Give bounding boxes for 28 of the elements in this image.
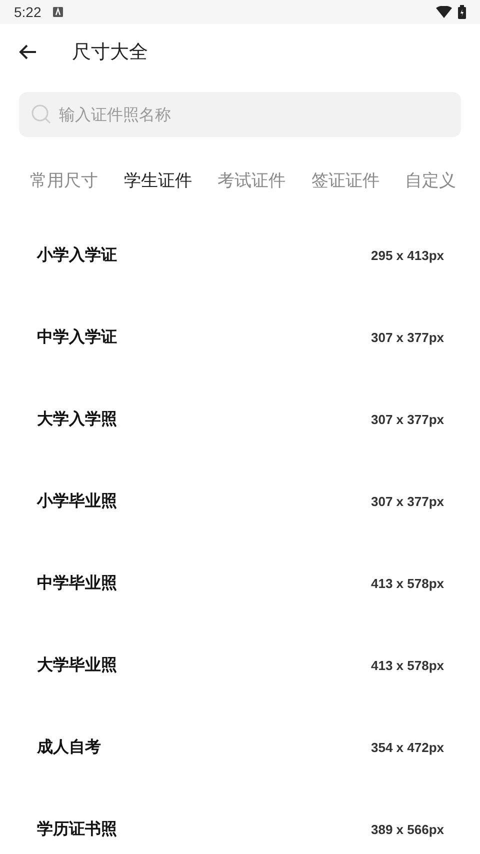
size-dimensions: 307 x 377px <box>370 412 444 426</box>
size-name: 小学入学证 <box>37 244 117 266</box>
category-tab[interactable]: 考试证件 <box>218 167 286 194</box>
category-tab[interactable]: 签证证件 <box>311 167 380 194</box>
size-name: 大学入学照 <box>37 408 117 430</box>
battery-icon <box>458 5 466 19</box>
size-dimensions: 354 x 472px <box>370 740 444 754</box>
category-tab[interactable]: 常用尺寸 <box>30 167 98 194</box>
size-dimensions: 413 x 578px <box>370 576 444 590</box>
size-dimensions: 413 x 578px <box>370 658 444 672</box>
size-name: 中学入学证 <box>37 326 117 348</box>
search-field[interactable]: 输入证件照名称 <box>19 92 461 137</box>
size-name: 成人自考 <box>37 736 101 758</box>
size-name: 中学毕业照 <box>37 572 117 594</box>
size-dimensions: 307 x 377px <box>370 330 444 344</box>
size-name: 学历证书照 <box>37 818 117 840</box>
notification-icon <box>53 7 64 17</box>
size-dimensions: 389 x 566px <box>370 822 444 836</box>
size-dimensions: 307 x 377px <box>370 494 444 508</box>
category-tab[interactable]: 自定义 <box>405 167 456 194</box>
category-tab[interactable]: 学生证件 <box>124 167 192 194</box>
size-dimensions: 295 x 413px <box>370 248 444 262</box>
size-name: 小学毕业照 <box>37 490 117 512</box>
back-arrow-icon <box>19 44 37 60</box>
wifi-icon <box>436 6 452 18</box>
page-title: 尺寸大全 <box>72 40 148 65</box>
status-time: 5:22 <box>14 4 42 20</box>
size-name: 大学毕业照 <box>37 654 117 676</box>
